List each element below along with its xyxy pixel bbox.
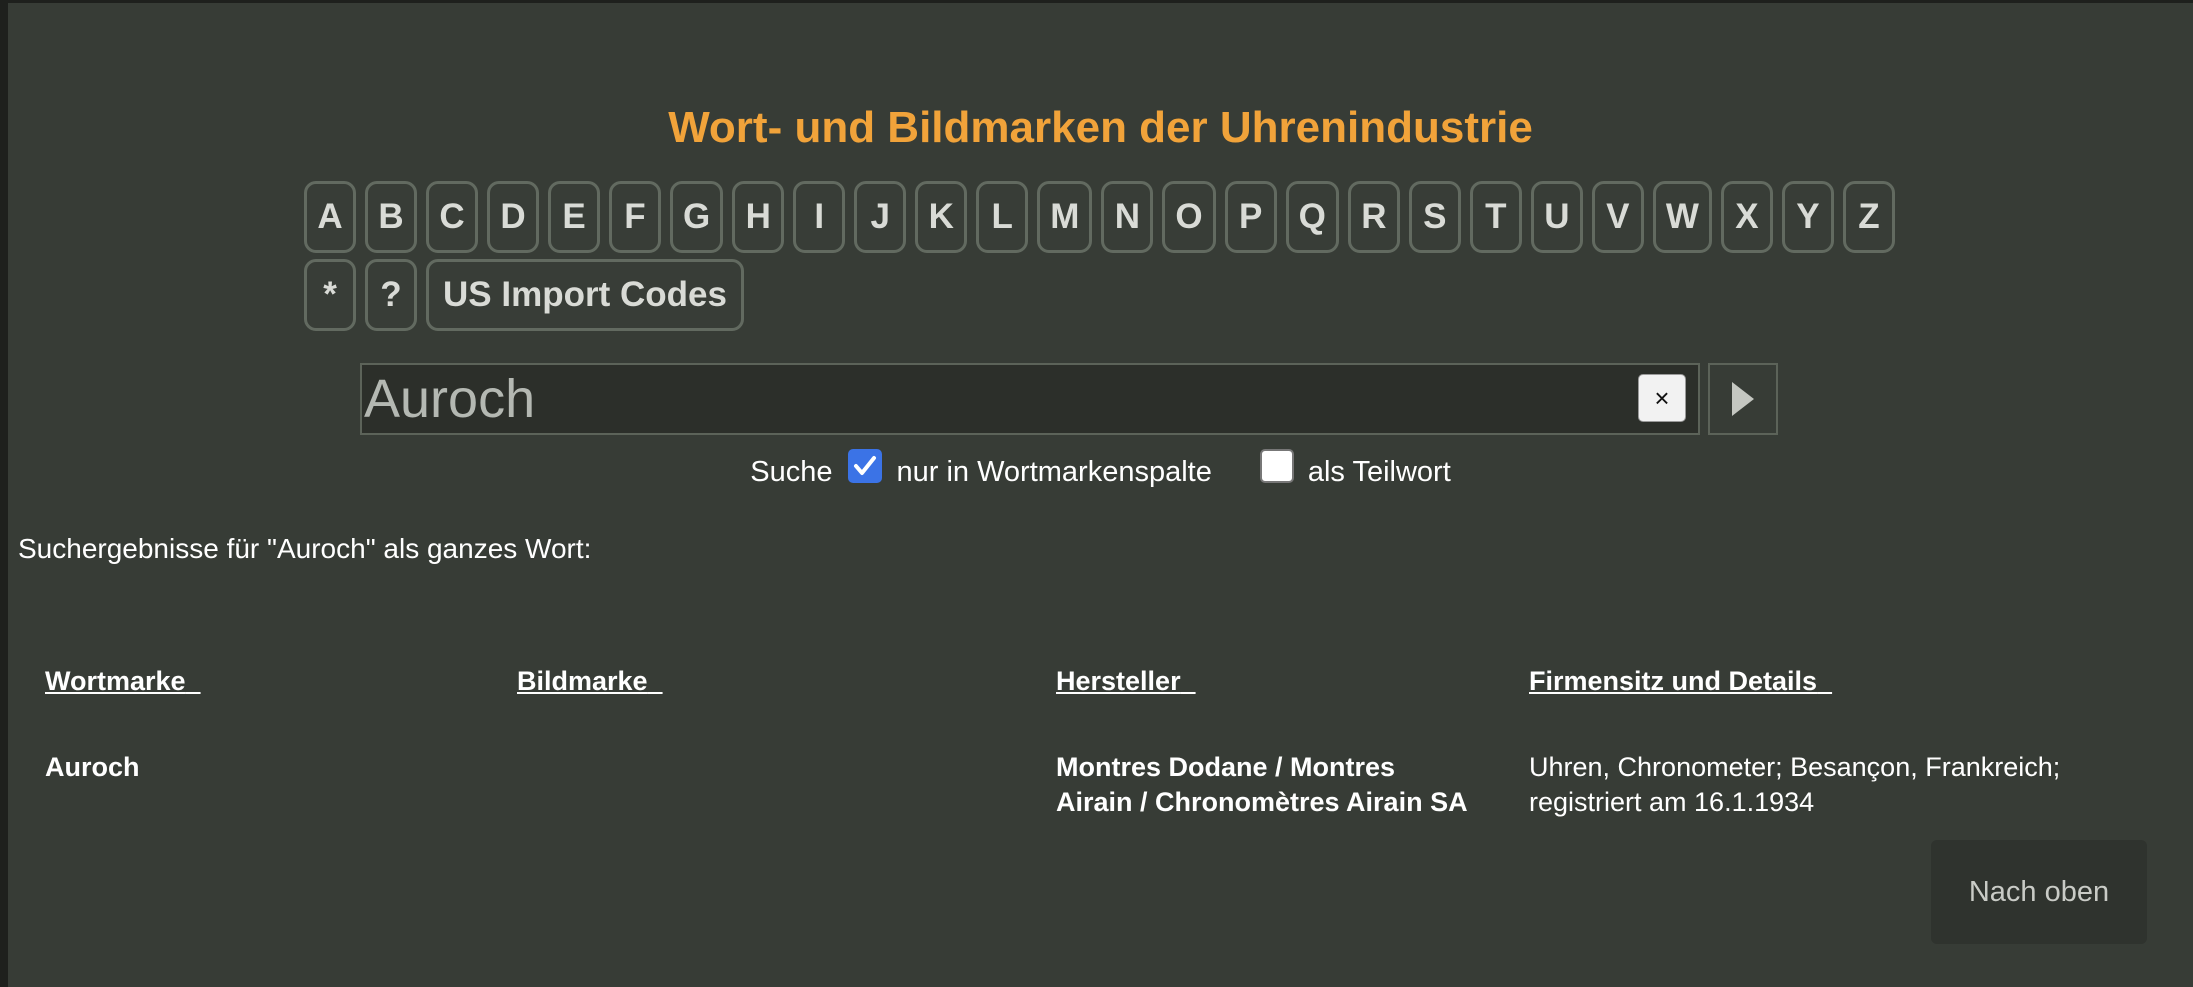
- cell-details-line2: registriert am 16.1.1934: [1529, 787, 1815, 817]
- cell-hersteller-line1: Montres Dodane / Montres: [1056, 752, 1396, 782]
- letter-button-q[interactable]: Q: [1285, 181, 1339, 253]
- letter-button-u[interactable]: U: [1530, 181, 1583, 253]
- back-to-top-button[interactable]: Nach oben: [1931, 840, 2147, 944]
- letter-button-f[interactable]: F: [609, 181, 661, 253]
- asterisk-button[interactable]: *: [304, 259, 356, 331]
- play-icon: [1732, 382, 1754, 416]
- results-heading: Suchergebnisse für "Auroch" als ganzes W…: [18, 533, 592, 564]
- page: Wort- und Bildmarken der Uhrenindustrie …: [8, 3, 2193, 987]
- letter-button-h[interactable]: H: [732, 181, 785, 253]
- letter-button-e[interactable]: E: [548, 181, 600, 253]
- letter-button-x[interactable]: X: [1720, 181, 1773, 253]
- wordmark-only-checkbox[interactable]: [848, 449, 883, 483]
- letter-button-s[interactable]: S: [1408, 181, 1461, 253]
- letter-button-m[interactable]: M: [1037, 181, 1093, 253]
- letter-button-a[interactable]: A: [304, 181, 356, 253]
- search-submit-button[interactable]: [1708, 363, 1778, 435]
- letter-button-k[interactable]: K: [915, 181, 968, 253]
- us-import-codes-button[interactable]: US Import Codes: [426, 259, 744, 331]
- letter-button-z[interactable]: Z: [1842, 181, 1895, 253]
- cell-hersteller-line2: Airain / Chronomètres Airain SA: [1056, 787, 1468, 817]
- letter-button-l[interactable]: L: [976, 181, 1029, 253]
- partial-word-label: als Teilwort: [1307, 455, 1451, 488]
- letter-button-d[interactable]: D: [487, 181, 539, 253]
- search-options: Suche nur in Wortmarkenspalte als Teilwo…: [8, 449, 2193, 489]
- clear-search-button[interactable]: ×: [1638, 374, 1686, 422]
- search-options-label: Suche: [750, 455, 833, 488]
- cell-hersteller: Montres Dodane / Montres Airain / Chrono…: [1056, 750, 1468, 820]
- page-title: Wort- und Bildmarken der Uhrenindustrie: [668, 103, 1533, 152]
- letter-button-g[interactable]: G: [670, 181, 724, 253]
- search-bar: ×: [360, 363, 1778, 435]
- letter-button-r[interactable]: R: [1347, 181, 1400, 253]
- letter-button-n[interactable]: N: [1101, 181, 1154, 253]
- letter-button-o[interactable]: O: [1162, 181, 1216, 253]
- letter-button-t[interactable]: T: [1469, 181, 1522, 253]
- column-header-wortmarke[interactable]: Wortmarke: [45, 666, 201, 697]
- column-header-bildmarke[interactable]: Bildmarke: [517, 666, 663, 697]
- cell-details-line1: Uhren, Chronometer; Besançon, Frankreich…: [1529, 752, 2061, 782]
- wordmark-only-label: nur in Wortmarkenspalte: [896, 455, 1212, 488]
- alphabet-nav: A B C D E F G H I J K L M N O P Q R S T …: [304, 181, 1924, 331]
- cell-wortmarke: Auroch: [45, 752, 140, 782]
- close-icon: ×: [1654, 382, 1670, 413]
- letter-button-w[interactable]: W: [1652, 181, 1712, 253]
- letter-button-y[interactable]: Y: [1781, 181, 1834, 253]
- letter-button-j[interactable]: J: [854, 181, 907, 253]
- column-header-hersteller[interactable]: Hersteller: [1056, 666, 1196, 697]
- cell-details: Uhren, Chronometer; Besançon, Frankreich…: [1529, 750, 2060, 820]
- search-input[interactable]: [362, 365, 1624, 433]
- column-header-firmensitz[interactable]: Firmensitz und Details: [1529, 666, 1832, 697]
- letter-button-v[interactable]: V: [1591, 181, 1644, 253]
- partial-word-checkbox[interactable]: [1259, 449, 1294, 483]
- search-field: ×: [360, 363, 1700, 435]
- letter-button-p[interactable]: P: [1224, 181, 1277, 253]
- letter-button-b[interactable]: B: [365, 181, 417, 253]
- checkmark-icon: [854, 456, 877, 475]
- question-button[interactable]: ?: [365, 259, 417, 331]
- letter-button-i[interactable]: I: [793, 181, 846, 253]
- letter-button-c[interactable]: C: [426, 181, 478, 253]
